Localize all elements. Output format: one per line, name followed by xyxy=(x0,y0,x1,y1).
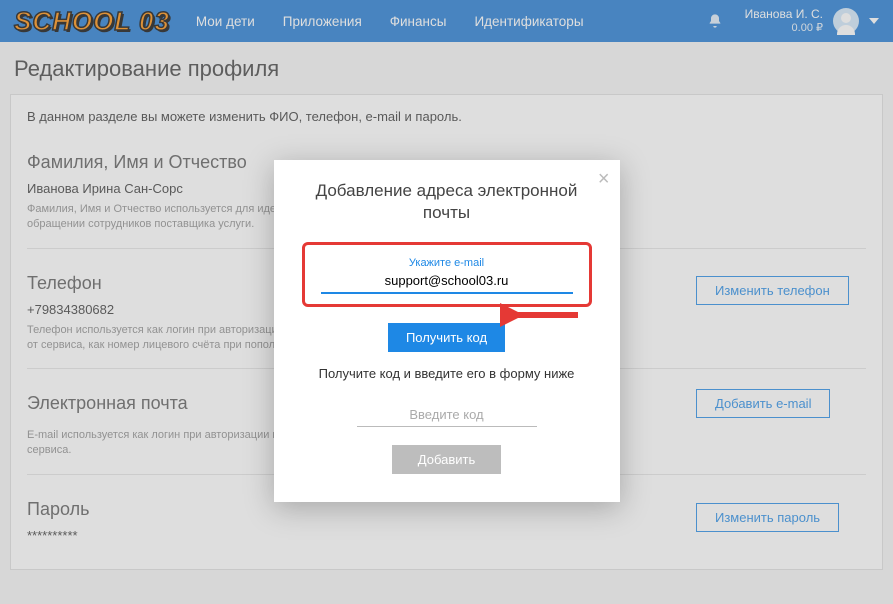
add-email-modal: × Добавление адреса электронной почты Ук… xyxy=(274,160,620,502)
email-input[interactable] xyxy=(321,271,573,294)
modal-hint: Получите код и введите его в форму ниже xyxy=(302,366,592,381)
close-icon[interactable]: × xyxy=(598,168,610,191)
code-input[interactable] xyxy=(357,403,537,427)
email-field-label: Укажите e-mail xyxy=(321,257,573,269)
email-field-box: Укажите e-mail xyxy=(302,242,592,307)
add-button: Добавить xyxy=(392,445,501,474)
get-code-button[interactable]: Получить код xyxy=(388,323,505,352)
modal-overlay: × Добавление адреса электронной почты Ук… xyxy=(0,0,893,604)
modal-title: Добавление адреса электронной почты xyxy=(302,180,592,224)
